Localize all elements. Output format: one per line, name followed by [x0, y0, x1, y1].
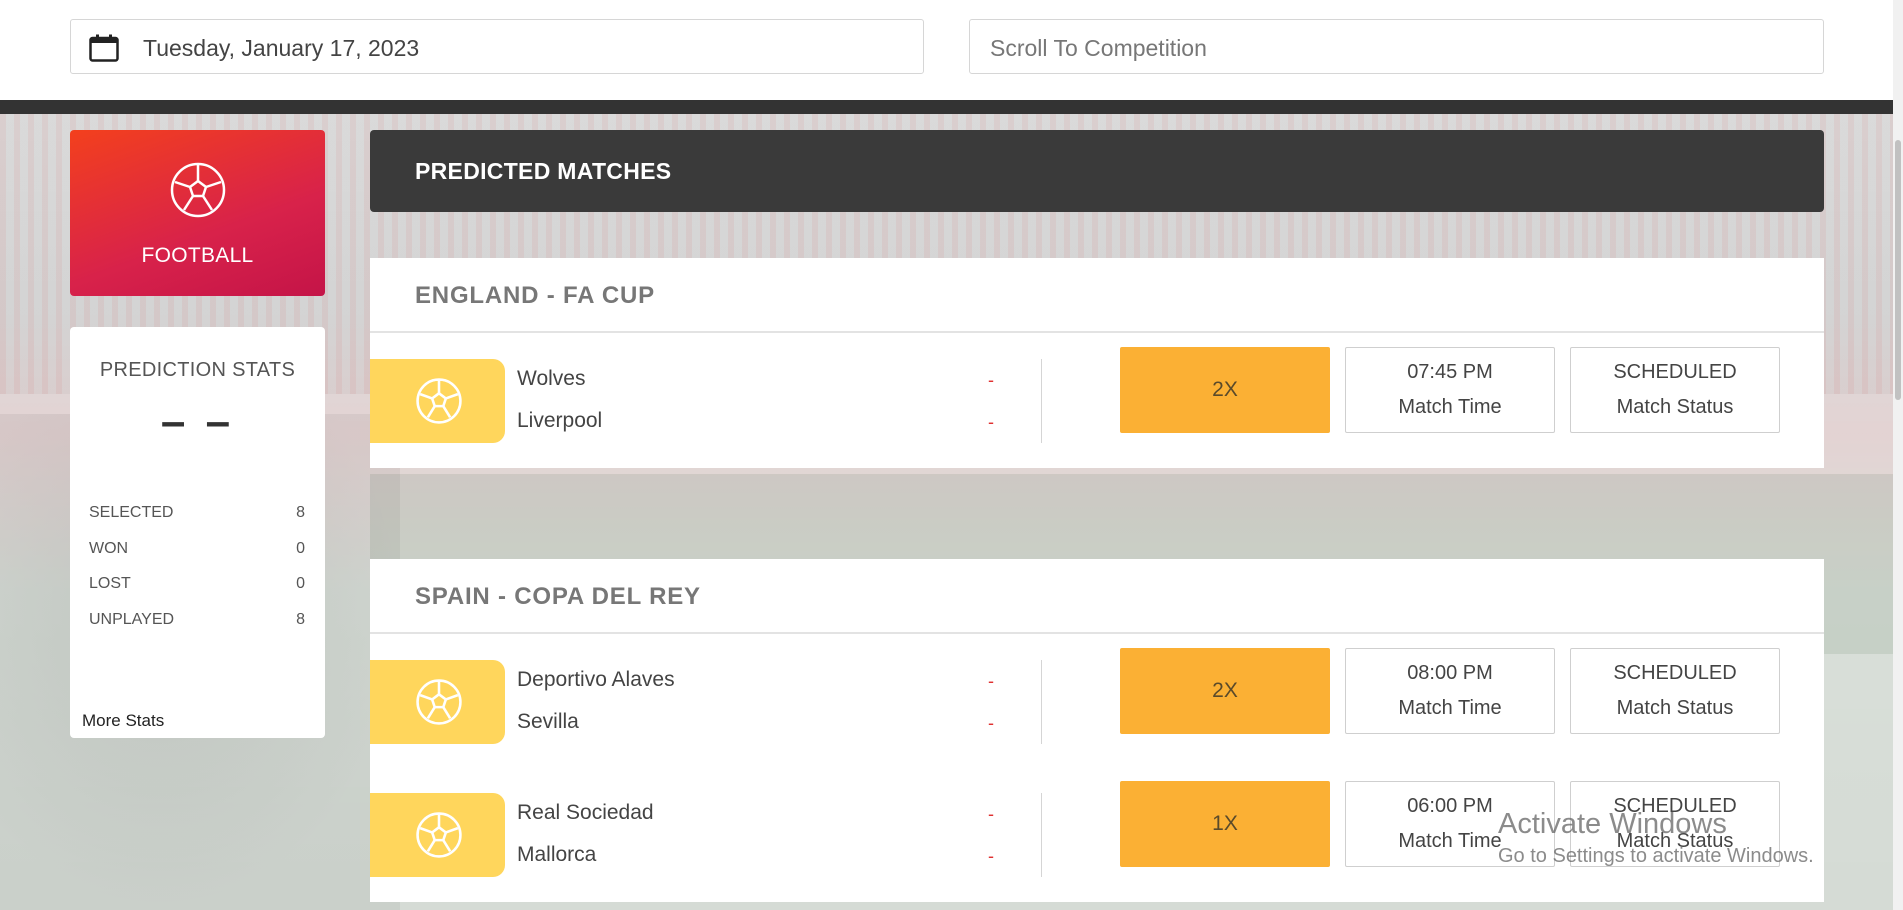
predicted-matches-header: PREDICTED MATCHES — [370, 130, 1824, 212]
page-scrollbar[interactable] — [1893, 0, 1903, 910]
match-row: Real Sociedad Mallorca - - 1X 06:00 PM M… — [370, 767, 1824, 900]
stat-label: WON — [89, 540, 129, 557]
match-status-value: SCHEDULED — [1613, 662, 1737, 684]
stat-value: 8 — [296, 504, 305, 521]
match-row: Wolves Liverpool - - 2X 07:45 PM Match T… — [370, 333, 1824, 466]
divider — [1041, 793, 1042, 877]
match-row: Deportivo Alaves Sevilla - - 2X 08:00 PM… — [370, 634, 1824, 767]
match-status-box: SCHEDULED Match Status — [1570, 781, 1780, 867]
away-score: - — [988, 846, 994, 866]
sport-card-football[interactable]: FOOTBALL — [70, 130, 325, 296]
divider — [1041, 359, 1042, 443]
prediction-stats-card: PREDICTION STATS – – SELECTED 8 WON 0 LO… — [70, 327, 325, 738]
match-status-value: SCHEDULED — [1613, 361, 1737, 383]
stat-label: SELECTED — [89, 504, 174, 521]
away-score: - — [988, 412, 994, 432]
competition-header: SPAIN - COPA DEL REY — [370, 559, 1824, 634]
football-icon — [416, 378, 462, 424]
stat-value: 0 — [296, 575, 305, 592]
scroll-to-competition-select[interactable]: Scroll To Competition — [969, 19, 1824, 74]
home-team: Wolves — [517, 367, 586, 390]
match-status-label: Match Status — [1616, 396, 1734, 418]
home-score: - — [988, 671, 994, 691]
calendar-icon[interactable] — [89, 34, 119, 62]
match-time-box: 06:00 PM Match Time — [1345, 781, 1555, 867]
stat-label: LOST — [89, 575, 131, 592]
date-value: Tuesday, January 17, 2023 — [143, 35, 420, 61]
competition-section: SPAIN - COPA DEL REY Deportivo Alaves Se… — [370, 559, 1824, 902]
match-status-box: SCHEDULED Match Status — [1570, 648, 1780, 734]
away-team: Mallorca — [517, 843, 597, 866]
match-status-label: Match Status — [1616, 697, 1734, 719]
more-stats-link[interactable]: More Stats — [82, 711, 164, 731]
home-score: - — [988, 370, 994, 390]
match-time-label: Match Time — [1398, 697, 1502, 719]
match-sport-tab — [370, 660, 505, 744]
home-score: - — [988, 804, 994, 824]
away-team: Liverpool — [517, 409, 603, 432]
prediction-stats-value: – – — [160, 397, 235, 446]
match-sport-tab — [370, 793, 505, 877]
header-divider — [0, 100, 1893, 114]
scroll-to-competition-placeholder: Scroll To Competition — [990, 35, 1207, 61]
home-team: Deportivo Alaves — [517, 668, 675, 691]
match-status-label: Match Status — [1616, 830, 1734, 852]
match-time-box: 07:45 PM Match Time — [1345, 347, 1555, 433]
stat-label: UNPLAYED — [89, 611, 175, 628]
competition-section: ENGLAND - FA CUP Wolves Liverpool - - 2X… — [370, 258, 1824, 468]
competition-header: ENGLAND - FA CUP — [370, 258, 1824, 333]
football-icon — [416, 812, 462, 858]
prediction-pick-button[interactable]: 2X — [1120, 347, 1330, 433]
prediction-pick-button[interactable]: 2X — [1120, 648, 1330, 734]
match-time-label: Match Time — [1398, 396, 1502, 418]
competition-title: ENGLAND - FA CUP — [415, 282, 655, 309]
match-time-value: 07:45 PM — [1407, 361, 1493, 383]
away-score: - — [988, 713, 994, 733]
match-time-value: 08:00 PM — [1407, 662, 1493, 684]
prediction-stats-title: PREDICTION STATS — [99, 359, 296, 381]
stat-value: 8 — [296, 611, 305, 628]
sport-name: FOOTBALL — [141, 244, 254, 267]
football-icon — [416, 679, 462, 725]
scrollbar-thumb[interactable] — [1895, 140, 1901, 400]
stat-value: 0 — [296, 540, 305, 557]
top-bar: Tuesday, January 17, 2023 Scroll To Comp… — [0, 0, 1893, 100]
match-time-value: 06:00 PM — [1407, 795, 1493, 817]
divider — [1041, 660, 1042, 744]
football-icon — [170, 162, 226, 218]
match-sport-tab — [370, 359, 505, 443]
date-picker[interactable]: Tuesday, January 17, 2023 — [70, 19, 924, 74]
home-team: Real Sociedad — [517, 801, 654, 824]
away-team: Sevilla — [517, 710, 579, 733]
competition-title: SPAIN - COPA DEL REY — [415, 583, 701, 610]
predicted-matches-title: PREDICTED MATCHES — [415, 158, 672, 184]
match-status-box: SCHEDULED Match Status — [1570, 347, 1780, 433]
match-time-box: 08:00 PM Match Time — [1345, 648, 1555, 734]
match-status-value: SCHEDULED — [1613, 795, 1737, 817]
prediction-pick-button[interactable]: 1X — [1120, 781, 1330, 867]
match-time-label: Match Time — [1398, 830, 1502, 852]
